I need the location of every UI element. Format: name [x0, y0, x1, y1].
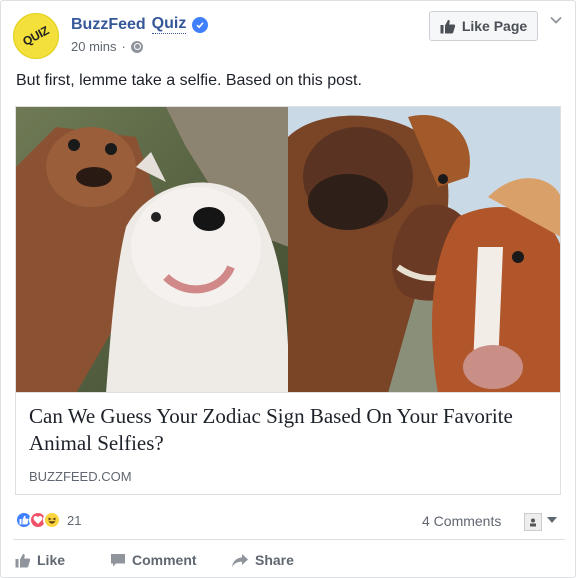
- dogs-selfie-image: [16, 107, 288, 392]
- viewer-dropdown-caret[interactable]: [547, 517, 557, 523]
- comment-action-button[interactable]: Comment: [110, 549, 231, 571]
- like-action-label: Like: [37, 552, 66, 568]
- like-thumb-icon: [440, 19, 455, 33]
- comment-icon: [111, 553, 125, 566]
- like-page-button[interactable]: Like Page: [429, 11, 538, 41]
- post-card: QUIZ BuzzFeed Quiz 20 mins · Like Page B…: [0, 0, 576, 578]
- link-title[interactable]: Can We Guess Your Zodiac Sign Based On Y…: [29, 403, 549, 457]
- comment-action-label: Comment: [132, 552, 197, 568]
- share-action-label: Share: [255, 552, 294, 568]
- globe-icon[interactable]: [130, 40, 143, 53]
- post-meta: 20 mins ·: [71, 39, 143, 54]
- page-name-part2: Quiz: [151, 15, 187, 34]
- page-name-part1: BuzzFeed: [71, 15, 146, 33]
- page-name-link[interactable]: BuzzFeed Quiz: [71, 15, 209, 34]
- reactions-summary[interactable]: 21: [15, 511, 81, 529]
- share-action-button[interactable]: Share: [231, 549, 294, 571]
- action-divider: [13, 539, 565, 540]
- verified-badge-icon: [192, 16, 209, 33]
- page-avatar[interactable]: QUIZ: [13, 13, 59, 59]
- haha-reaction-icon: [43, 511, 61, 529]
- comments-count-link[interactable]: 4 Comments: [422, 513, 501, 529]
- reaction-count: 21: [67, 512, 82, 528]
- avatar-text: QUIZ: [20, 23, 52, 49]
- post-time[interactable]: 20 mins: [71, 39, 117, 54]
- horses-selfie-image: [288, 107, 560, 392]
- link-image[interactable]: [15, 106, 561, 392]
- viewer-avatar[interactable]: [524, 513, 542, 531]
- share-icon: [232, 553, 248, 567]
- like-thumb-icon: [15, 553, 31, 567]
- meta-separator: ·: [121, 39, 126, 54]
- post-text: But first, lemme take a selfie. Based on…: [16, 72, 362, 89]
- link-preview[interactable]: Can We Guess Your Zodiac Sign Based On Y…: [15, 392, 561, 495]
- chevron-down-icon[interactable]: [549, 13, 563, 27]
- like-action-button[interactable]: Like: [15, 549, 110, 571]
- like-page-label: Like Page: [461, 18, 528, 34]
- action-bar: Like Comment Share: [15, 549, 294, 571]
- link-domain: BUZZFEED.COM: [29, 469, 132, 484]
